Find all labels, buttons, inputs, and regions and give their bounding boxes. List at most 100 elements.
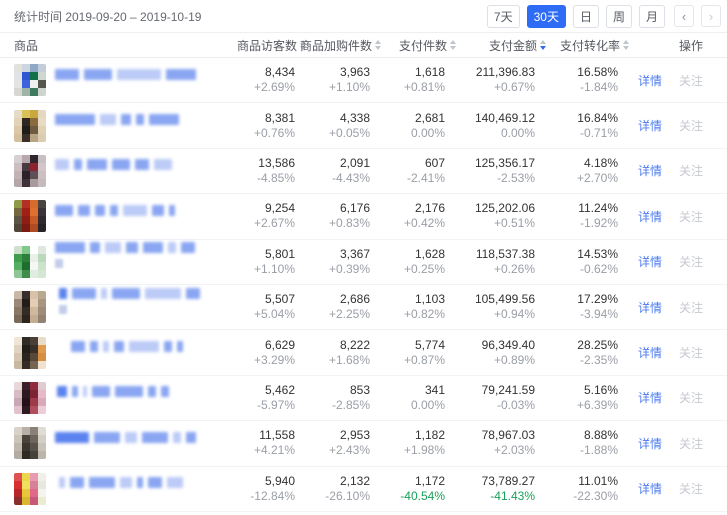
name-blur-segment	[59, 477, 65, 488]
product-cell[interactable]	[0, 337, 224, 369]
metric-delta: -0.03%	[445, 398, 535, 413]
thumbnail-pixel	[30, 134, 38, 142]
detail-link[interactable]: 详情	[638, 344, 662, 361]
thumbnail-pixel	[14, 110, 22, 118]
detail-link[interactable]: 详情	[638, 162, 662, 179]
product-cell[interactable]	[0, 64, 224, 96]
metric-visitors-cell: 5,507+5.04%	[224, 292, 295, 322]
name-blur-segment	[149, 114, 179, 125]
product-cell[interactable]	[0, 155, 224, 187]
follow-link[interactable]: 关注	[679, 117, 703, 134]
thumbnail-pixel	[38, 435, 46, 443]
product-cell[interactable]	[0, 291, 224, 323]
metric-delta: -2.41%	[370, 171, 445, 186]
thumbnail-pixel	[22, 216, 30, 224]
metric-delta: -0.71%	[535, 126, 618, 141]
metric-pay-count-cell: 3410.00%	[370, 383, 445, 413]
follow-link[interactable]: 关注	[679, 72, 703, 89]
product-thumbnail	[14, 110, 46, 142]
range-button-2[interactable]: 日	[573, 5, 599, 28]
metric-pay-amount-cell: 125,202.06+0.51%	[445, 201, 535, 231]
detail-link[interactable]: 详情	[638, 435, 662, 452]
follow-link[interactable]: 关注	[679, 253, 703, 270]
table-row: 11,558+4.21%2,953+2.43%1,182+1.98%78,967…	[0, 421, 727, 466]
name-blur-segment	[166, 69, 196, 80]
thumbnail-pixel	[14, 481, 22, 489]
next-page-button[interactable]: ›	[701, 5, 721, 27]
detail-link[interactable]: 详情	[638, 389, 662, 406]
thumbnail-pixel	[14, 299, 22, 307]
thumbnail-pixel	[22, 299, 30, 307]
range-button-1[interactable]: 30天	[527, 5, 566, 28]
detail-link[interactable]: 详情	[638, 72, 662, 89]
thumbnail-pixel	[14, 171, 22, 179]
thumbnail-pixel	[30, 88, 38, 96]
range-button-group: 7天 30天日周月	[480, 5, 665, 28]
name-blur-segment	[164, 341, 172, 352]
range-button-3[interactable]: 周	[606, 5, 632, 28]
detail-link[interactable]: 详情	[638, 117, 662, 134]
range-button-0[interactable]: 7天	[487, 5, 520, 28]
name-blur-segment	[142, 432, 168, 443]
metric-value: 125,356.17	[445, 156, 535, 171]
follow-link[interactable]: 关注	[679, 389, 703, 406]
metric-value: 13,586	[224, 156, 295, 171]
metric-delta: -41.43%	[445, 489, 535, 504]
thumbnail-pixel	[22, 406, 30, 414]
name-blur-line	[55, 432, 196, 443]
column-header-2[interactable]: 商品加购件数	[295, 37, 370, 54]
thumbnail-pixel	[14, 246, 22, 254]
metric-delta: +4.21%	[224, 443, 295, 458]
metric-delta: +6.39%	[535, 398, 618, 413]
follow-link[interactable]: 关注	[679, 344, 703, 361]
thumbnail-pixel	[22, 224, 30, 232]
thumbnail-pixel	[22, 64, 30, 72]
thumbnail-pixel	[38, 353, 46, 361]
thumbnail-pixel	[14, 216, 22, 224]
name-blur-segment	[112, 288, 140, 299]
metric-pay-count-cell: 1,182+1.98%	[370, 428, 445, 458]
column-header-4[interactable]: 支付金额	[445, 37, 535, 54]
thumbnail-pixel	[30, 171, 38, 179]
detail-link[interactable]: 详情	[638, 480, 662, 497]
metric-value: 17.29%	[535, 292, 618, 307]
metric-conversion-rate-cell: 11.01%-22.30%	[535, 474, 618, 504]
metric-delta: -26.10%	[295, 489, 370, 504]
product-name-redacted	[55, 159, 172, 170]
thumbnail-pixel	[38, 497, 46, 505]
column-header-3[interactable]: 支付件数	[370, 37, 445, 54]
metric-value: 2,953	[295, 428, 370, 443]
follow-link[interactable]: 关注	[679, 435, 703, 452]
metric-pay-amount-cell: 211,396.83+0.67%	[445, 65, 535, 95]
column-header-5[interactable]: 支付转化率	[535, 37, 618, 54]
product-cell[interactable]	[0, 246, 224, 278]
metric-value: 4,338	[295, 111, 370, 126]
thumbnail-pixel	[22, 110, 30, 118]
metric-delta: +1.98%	[370, 443, 445, 458]
product-name-redacted	[55, 114, 179, 125]
name-blur-segment	[135, 159, 149, 170]
range-button-4[interactable]: 月	[639, 5, 665, 28]
product-cell[interactable]	[0, 427, 224, 459]
detail-link[interactable]: 详情	[638, 208, 662, 225]
actions-cell: 详情关注	[618, 344, 727, 361]
product-cell[interactable]	[0, 200, 224, 232]
name-blur-segment	[105, 242, 121, 253]
detail-link[interactable]: 详情	[638, 299, 662, 316]
table-header: 商品商品访客数商品加购件数支付件数支付金额支付转化率操作	[0, 33, 727, 58]
metric-value: 607	[370, 156, 445, 171]
product-cell[interactable]	[0, 110, 224, 142]
product-cell[interactable]	[0, 473, 224, 505]
follow-link[interactable]: 关注	[679, 208, 703, 225]
follow-link[interactable]: 关注	[679, 299, 703, 316]
thumbnail-pixel	[22, 481, 30, 489]
follow-link[interactable]: 关注	[679, 480, 703, 497]
product-cell[interactable]	[0, 382, 224, 414]
prev-page-button[interactable]: ‹	[674, 5, 694, 27]
column-header-1[interactable]: 商品访客数	[224, 37, 295, 54]
detail-link[interactable]: 详情	[638, 253, 662, 270]
name-blur-segment	[137, 477, 143, 488]
name-blur-line	[59, 477, 183, 488]
metric-pay-amount-cell: 105,499.56+0.94%	[445, 292, 535, 322]
follow-link[interactable]: 关注	[679, 162, 703, 179]
